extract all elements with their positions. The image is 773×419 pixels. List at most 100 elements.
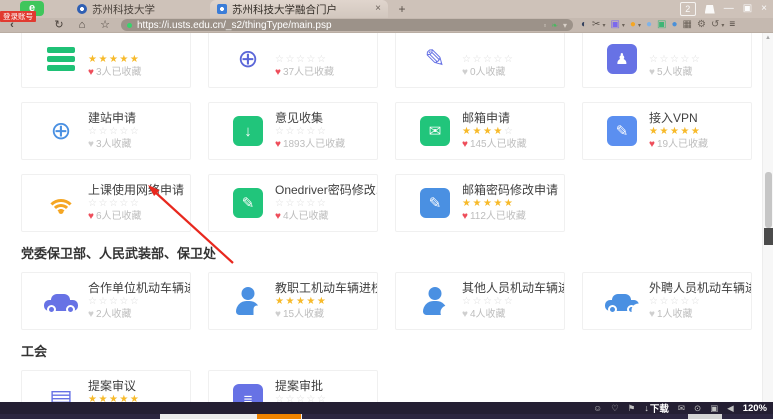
star-filled-icon: ★ <box>462 198 472 209</box>
favorite-count-text: 4人已收藏 <box>283 211 329 222</box>
home-button[interactable]: ⌂ <box>75 18 89 32</box>
wechat-icon[interactable]: ▣ <box>657 18 666 32</box>
window-icon[interactable]: ▣ <box>710 402 718 414</box>
star-empty-icon: ☆ <box>275 126 285 137</box>
tab-title: 苏州科技大学 <box>92 2 201 17</box>
scrollbar-thumb[interactable] <box>765 172 772 228</box>
service-card[interactable]: ✉邮箱申请★★★★☆♥145人已收藏 <box>395 102 565 160</box>
scrollbar-dark-segment <box>764 228 773 245</box>
emoji-icon[interactable]: ☺ <box>593 402 602 414</box>
flag-icon[interactable]: ⚑ <box>628 402 636 414</box>
star-empty-icon: ☆ <box>306 54 316 65</box>
service-card[interactable]: ✓其他人员机动车辆进...☆☆☆☆☆♥4人收藏 <box>395 272 565 330</box>
card-grid: 合作单位机动车辆进...☆☆☆☆☆♥2人收藏≡教职工机动车辆进校...★★★★★… <box>21 272 762 330</box>
service-card[interactable]: 上课使用网络申请☆☆☆☆☆♥6人已收藏 <box>21 174 191 232</box>
refresh-button[interactable]: ↻ <box>52 18 66 32</box>
rating-stars: ★★★★★ <box>462 198 558 210</box>
maximize-button[interactable]: ▣ <box>743 2 752 16</box>
clock-badge-icon: ◔ <box>633 305 644 316</box>
user-profile-icon[interactable]: ◐ <box>581 18 587 32</box>
service-card[interactable]: ✎Onedriver密码修改...☆☆☆☆☆♥4人已收藏 <box>208 174 378 232</box>
heart-icon[interactable]: ♡ <box>611 402 619 414</box>
tab-close-icon[interactable]: × <box>375 0 381 18</box>
favorite-count: ♥112人已收藏 <box>462 210 558 223</box>
service-card[interactable]: ▤提案审议★★★★★ <box>21 370 191 402</box>
rating-stars: ☆☆☆☆☆ <box>275 198 377 210</box>
service-card[interactable]: ✎邮箱密码修改申请★★★★★♥112人已收藏 <box>395 174 565 232</box>
apps-grid-icon[interactable]: ▦ <box>683 18 692 32</box>
minimize-button[interactable]: — <box>724 2 734 16</box>
collection-bag-icon[interactable] <box>705 5 715 14</box>
star-empty-icon: ☆ <box>649 296 659 307</box>
tab-count-badge[interactable]: 2 <box>680 2 696 16</box>
page-mode-icon[interactable]: ▫ <box>543 21 546 30</box>
favorite-count: ♥37人已收藏 <box>275 66 334 79</box>
download-button[interactable]: ↓下载 <box>644 401 669 415</box>
rating-stars: ☆☆☆☆☆ <box>462 296 564 308</box>
person-doc-icon: ♟ <box>605 41 639 77</box>
mail-icon[interactable]: ✉ <box>678 402 685 414</box>
heart-icon: ♥ <box>649 309 655 320</box>
new-tab-button[interactable]: + <box>394 2 410 16</box>
tab-usts-portal-active[interactable]: 苏州科技大学融合门户 × <box>210 0 388 18</box>
favorite-count-text: 145人已收藏 <box>470 139 527 150</box>
star-empty-icon: ☆ <box>691 296 701 307</box>
scroll-up-icon[interactable]: ▲ <box>765 35 771 41</box>
usb-icon[interactable]: ⊙ <box>694 402 701 414</box>
translate-icon[interactable]: ▣ <box>610 18 619 32</box>
dropdown-arrow-icon[interactable]: ▾ <box>638 22 641 29</box>
heart-icon: ♥ <box>275 67 281 78</box>
bookmark-star-icon[interactable]: ☆ <box>98 18 112 32</box>
favorites-icon[interactable]: ● <box>630 18 636 32</box>
scissors-icon[interactable]: ✂ <box>592 18 600 32</box>
service-card[interactable]: ⊕☆☆☆☆☆♥37人已收藏 <box>208 33 378 88</box>
star-empty-icon: ☆ <box>98 126 108 137</box>
star-empty-icon: ☆ <box>285 54 295 65</box>
chevron-down-icon[interactable]: ▾ <box>563 21 567 30</box>
car-icon <box>44 283 78 319</box>
service-card[interactable]: ✎☆☆☆☆☆♥0人收藏 <box>395 33 565 88</box>
dropdown-arrow-icon[interactable]: ▾ <box>602 22 605 29</box>
service-card[interactable]: ≡教职工机动车辆进校...★★★★★♥15人收藏 <box>208 272 378 330</box>
card-info: 意见收集☆☆☆☆☆♥1893人已收藏 <box>275 111 345 151</box>
tab-usts-home[interactable]: 苏州科技大学 <box>70 0 208 18</box>
service-card[interactable]: ✎接入VPN★★★★★♥19人已收藏 <box>582 102 752 160</box>
page-zoom-level[interactable]: 120% <box>743 403 767 414</box>
favorite-count: ♥19人已收藏 <box>649 138 708 151</box>
star-empty-icon: ☆ <box>296 394 306 402</box>
star-filled-icon: ★ <box>296 296 306 307</box>
download-arrow-icon: ↓ <box>644 403 649 413</box>
sync-dot-icon[interactable]: ● <box>646 18 652 32</box>
service-card[interactable]: ⊕建站申请☆☆☆☆☆♥3人收藏 <box>21 102 191 160</box>
scrollbar[interactable]: ▲ <box>762 33 773 402</box>
card-title: 建站申请 <box>88 111 140 126</box>
close-button[interactable]: × <box>761 2 767 16</box>
settings-gear-icon[interactable]: ⚙ <box>697 18 706 32</box>
dropdown-arrow-icon[interactable]: ▾ <box>622 22 625 29</box>
card-title: 意见收集 <box>275 111 345 126</box>
screenshot-icon[interactable]: ● <box>671 18 677 32</box>
tab-bar: e 登录账号 苏州科技大学 苏州科技大学融合门户 × + 2 — ▣ × <box>0 0 773 18</box>
heart-icon: ♥ <box>649 139 655 150</box>
service-card[interactable]: 合作单位机动车辆进...☆☆☆☆☆♥2人收藏 <box>21 272 191 330</box>
menu-icon[interactable]: ≡ <box>729 18 735 32</box>
service-card[interactable]: ↓意见收集☆☆☆☆☆♥1893人已收藏 <box>208 102 378 160</box>
history-undo-icon[interactable]: ↺ <box>711 18 719 32</box>
dropdown-arrow-icon[interactable]: ▾ <box>721 22 724 29</box>
star-filled-icon: ★ <box>462 126 472 137</box>
heart-icon: ♥ <box>275 211 281 222</box>
card-info: 建站申请☆☆☆☆☆♥3人收藏 <box>88 111 140 151</box>
volume-icon[interactable]: ◀ <box>727 402 734 414</box>
doc-pencil-icon: ✎ <box>605 113 639 149</box>
heart-icon: ♥ <box>275 309 281 320</box>
reader-leaf-icon[interactable]: ❧ <box>551 21 558 30</box>
address-bar[interactable]: https://i.usts.edu.cn/_s2/thingType/main… <box>121 19 573 31</box>
service-card[interactable]: ♟☆☆☆☆☆♥5人收藏 <box>582 33 752 88</box>
service-card[interactable]: ◔外聘人员机动车辆进...☆☆☆☆☆♥1人收藏 <box>582 272 752 330</box>
favorite-count-text: 15人收藏 <box>283 309 324 320</box>
bottom-edge-strip <box>0 414 773 419</box>
star-filled-icon: ★ <box>483 126 493 137</box>
service-card[interactable]: ★★★★★♥3人已收藏 <box>21 33 191 88</box>
rating-stars: ★★★★★ <box>649 126 708 138</box>
service-card[interactable]: ≡提案审批☆☆☆☆☆ <box>208 370 378 402</box>
